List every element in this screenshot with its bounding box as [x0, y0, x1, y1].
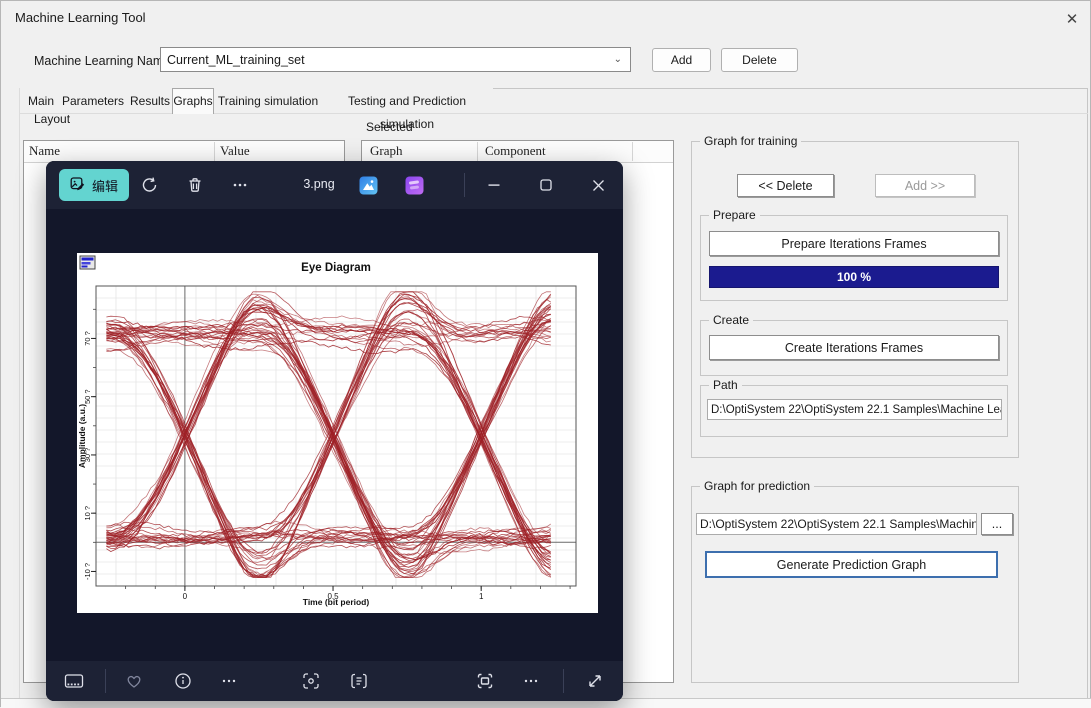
tab-training-simulation[interactable]: Training simulation: [214, 90, 322, 113]
layout-list-header: Name Value: [24, 141, 344, 163]
path-label: Path: [709, 378, 742, 392]
add-button[interactable]: Add: [652, 48, 711, 72]
layout-col-name: Name: [29, 143, 60, 159]
eye-y-axis-label: Amplitude (a.u.): [77, 404, 87, 468]
minimize-icon[interactable]: [474, 173, 514, 197]
svg-text:1: 1: [479, 592, 484, 601]
svg-text:70 ?: 70 ?: [83, 331, 92, 346]
eye-x-axis-label: Time (bit period): [303, 597, 370, 607]
heart-icon[interactable]: [122, 669, 146, 693]
close-icon[interactable]: [578, 173, 618, 197]
dialog-close-icon[interactable]: ✕: [1059, 6, 1085, 32]
chevron-down-icon[interactable]: ⌄: [606, 54, 630, 65]
text-actions-icon[interactable]: [347, 669, 371, 693]
training-delete-button[interactable]: << Delete: [737, 174, 834, 197]
generate-prediction-graph-button[interactable]: Generate Prediction Graph: [705, 551, 998, 578]
image-filename: 3.png: [299, 177, 339, 191]
edit-button[interactable]: 编辑: [59, 169, 129, 201]
fit-screen-icon[interactable]: [473, 669, 497, 693]
prepare-progress-bar: 100 %: [709, 266, 999, 288]
tab-main[interactable]: Main: [23, 90, 59, 113]
eye-diagram-title: Eye Diagram: [301, 262, 371, 274]
prepare-iterations-frames-button[interactable]: Prepare Iterations Frames: [709, 231, 999, 256]
tab-results[interactable]: Results: [127, 90, 173, 113]
graph-for-prediction-group: Graph for prediction D:\OptiSystem 22\Op…: [691, 486, 1019, 683]
svg-text:-10 ?: -10 ?: [83, 563, 92, 580]
selected-col-graph: Graph: [370, 143, 403, 159]
path-group: Path D:\OptiSystem 22\OptiSystem 22.1 Sa…: [700, 385, 1008, 437]
more-icon[interactable]: [217, 669, 241, 693]
selected-col-component: Component: [485, 143, 546, 159]
maximize-icon[interactable]: [526, 173, 566, 197]
visual-search-icon[interactable]: [299, 669, 323, 693]
layout-label: Layout: [34, 112, 70, 126]
expand-icon[interactable]: [583, 669, 607, 693]
info-icon[interactable]: [171, 669, 195, 693]
more-icon[interactable]: [228, 173, 252, 197]
prepare-group: Prepare Prepare Iterations Frames 100 %: [700, 215, 1008, 301]
ml-name-combobox[interactable]: Current_ML_training_set ⌄: [160, 47, 631, 72]
ml-name-label: Machine Learning Name:: [34, 54, 174, 68]
graph-window-mini-icon: [80, 256, 95, 269]
page-title: Machine Learning Tool: [15, 10, 146, 25]
graph-for-training-group: Graph for training << Delete Add >> Prep…: [691, 141, 1019, 458]
rotate-icon[interactable]: [138, 173, 162, 197]
prepare-label: Prepare: [709, 208, 760, 222]
photos-app-icon[interactable]: [358, 175, 378, 195]
browse-button[interactable]: ...: [981, 513, 1013, 535]
create-group: Create Create Iterations Frames: [700, 320, 1008, 376]
create-iterations-frames-button[interactable]: Create Iterations Frames: [709, 335, 999, 360]
delete-button[interactable]: Delete: [721, 48, 798, 72]
selected-label: Selected: [366, 120, 413, 134]
edit-button-label: 编辑: [92, 176, 118, 195]
create-label: Create: [709, 313, 753, 327]
tab-page-right-border: [1087, 88, 1088, 698]
tab-graphs[interactable]: Graphs: [172, 88, 214, 114]
prediction-path-field[interactable]: D:\OptiSystem 22\OptiSystem 22.1 Samples…: [696, 513, 977, 535]
edit-image-icon: [70, 176, 86, 195]
selected-list-header: Graph Component: [362, 141, 673, 163]
graph-for-training-label: Graph for training: [700, 134, 801, 148]
photo-viewer-titlebar: 编辑 3.png: [46, 161, 623, 209]
more-icon[interactable]: [519, 669, 543, 693]
tab-page-left-border: [19, 88, 20, 698]
photo-viewer-toolbar: [46, 661, 623, 701]
photo-viewer-window: 编辑 3.png: [46, 161, 623, 701]
machine-learning-tool-dialog: Machine Learning Tool ✕ Machine Learning…: [0, 0, 1091, 707]
svg-text:10 ?: 10 ?: [83, 506, 92, 521]
training-add-button[interactable]: Add >>: [875, 174, 975, 197]
titlebar-divider: [464, 173, 465, 197]
clipchamp-icon[interactable]: [404, 175, 424, 195]
filmstrip-icon[interactable]: [60, 669, 88, 693]
trash-icon[interactable]: [183, 173, 207, 197]
svg-text:50 ?: 50 ?: [83, 389, 92, 404]
training-path-field[interactable]: D:\OptiSystem 22\OptiSystem 22.1 Samples…: [707, 399, 1002, 420]
tab-page-top-border: [493, 88, 1087, 89]
svg-text:0: 0: [183, 592, 188, 601]
tab-parameters[interactable]: Parameters: [59, 90, 127, 113]
layout-col-value: Value: [220, 143, 250, 159]
tab-testing-prediction-simulation[interactable]: Testing and Prediction simulation: [322, 90, 492, 113]
ml-name-value: Current_ML_training_set: [161, 53, 606, 67]
eye-diagram-image: Eye Diagram 00.5170 ?50 ?30 ?10 ?-10 ? T…: [77, 253, 598, 613]
graph-for-prediction-label: Graph for prediction: [700, 479, 814, 493]
